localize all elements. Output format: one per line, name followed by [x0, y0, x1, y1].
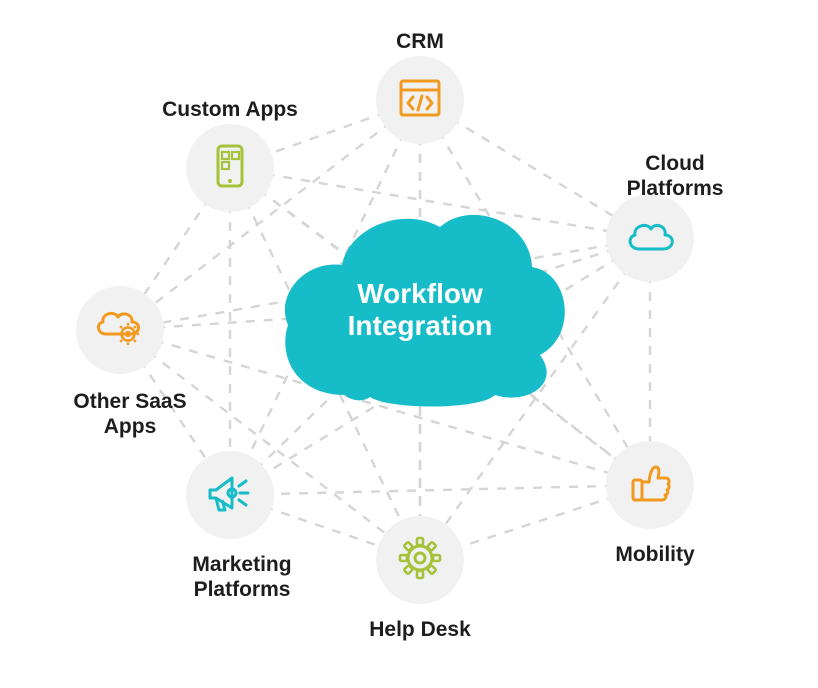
- cloud-icon: [623, 216, 677, 261]
- marketing-circle: [186, 451, 274, 539]
- cloud-circle: [606, 194, 694, 282]
- mobility-circle: [606, 441, 694, 529]
- cloud-label: Cloud Platforms: [627, 152, 724, 202]
- cloud-gear-icon: [92, 306, 148, 355]
- crm-label: CRM: [396, 30, 444, 55]
- thumbs-up-icon: [625, 458, 675, 513]
- center-cloud: Workflow Integration: [270, 205, 570, 415]
- center-label: Workflow Integration: [348, 278, 493, 342]
- diagram-stage: Workflow Integration CRM Custom Apps Clo…: [0, 0, 818, 688]
- crm-circle: [376, 56, 464, 144]
- mobility-label: Mobility: [615, 543, 694, 568]
- saas-circle: [76, 286, 164, 374]
- gear-icon: [394, 532, 446, 589]
- helpdesk-label: Help Desk: [369, 618, 471, 643]
- code-icon: [395, 73, 445, 128]
- saas-label: Other SaaS Apps: [73, 390, 186, 440]
- helpdesk-circle: [376, 516, 464, 604]
- marketing-label: Marketing Platforms: [192, 553, 291, 603]
- megaphone-icon: [202, 468, 258, 523]
- custom-label: Custom Apps: [162, 98, 298, 123]
- phone-apps-icon: [205, 141, 255, 196]
- custom-circle: [186, 124, 274, 212]
